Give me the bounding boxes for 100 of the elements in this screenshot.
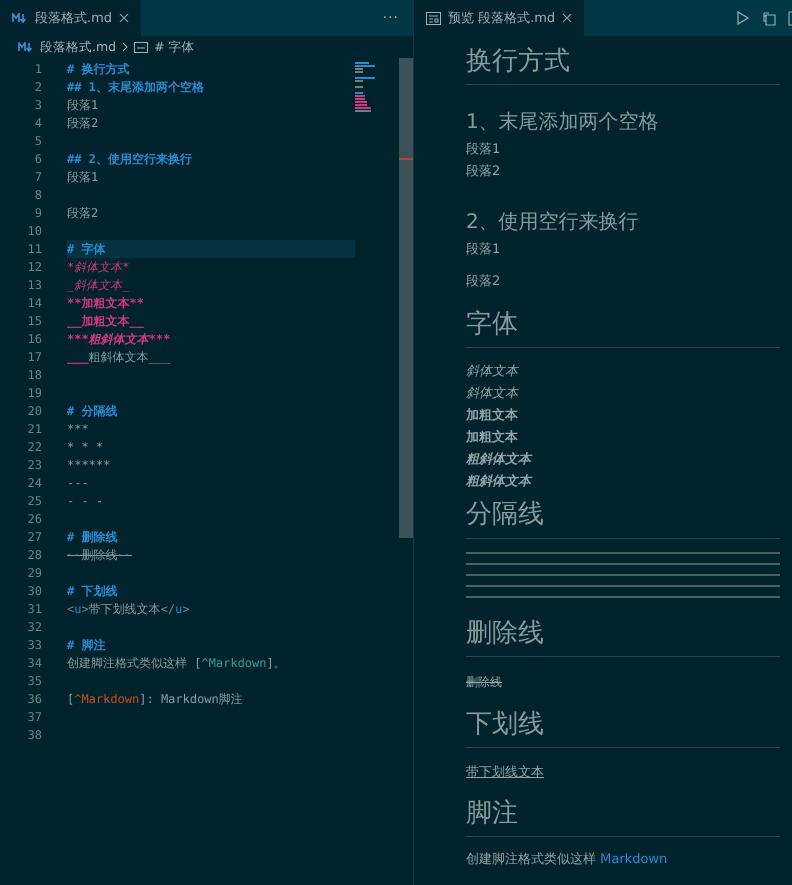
paragraph: 段落1 — [466, 141, 502, 160]
line-number: 2 — [34, 80, 42, 94]
subheading: 2、使用空行来换行 — [466, 209, 640, 234]
line-number: 17 — [26, 350, 42, 364]
open-source-icon[interactable] — [761, 10, 776, 26]
heading: 下划线 — [466, 702, 780, 748]
code-line: _斜体文本_ — [67, 276, 130, 294]
paragraph: 段落1 — [466, 241, 502, 260]
italic-text: 斜体文本 — [466, 363, 520, 382]
line-number: 20 — [26, 404, 42, 418]
code-line: **加粗文本** — [67, 294, 145, 312]
line-number: 26 — [26, 512, 42, 526]
heading: 脚注 — [466, 792, 780, 838]
bold-text: 加粗文本 — [466, 406, 519, 426]
line-number: 7 — [34, 170, 42, 184]
line-number: 30 — [26, 584, 42, 598]
footnote-link[interactable]: Markdown — [600, 852, 668, 868]
preview-icon — [426, 12, 441, 24]
line-number: 3 — [34, 98, 42, 112]
heading: 字体 — [466, 303, 780, 348]
code-line: # 脚注 — [67, 636, 106, 654]
code-line: ___粗斜体文本___ — [67, 348, 172, 366]
code-line: - - - — [67, 493, 104, 510]
code-line: ## 1、末尾添加两个空格 — [67, 78, 205, 96]
line-number: 14 — [26, 296, 42, 310]
paragraph: 段落2 — [466, 273, 502, 292]
line-number: 25 — [26, 494, 42, 508]
subheading: 1、末尾添加两个空格 — [466, 109, 660, 134]
code-line: <u>带下划线文本</u> — [67, 600, 191, 618]
line-number: 31 — [26, 602, 42, 616]
markdown-icon — [18, 42, 34, 52]
code-line: 创建脚注格式类似这样 [^Markdown]。 — [67, 654, 287, 672]
line-number: 4 — [34, 116, 42, 130]
line-number: 33 — [26, 638, 42, 652]
line-number: 22 — [26, 440, 42, 454]
line-number: 12 — [26, 260, 42, 274]
underlined-text: 带下划线文本 — [466, 764, 545, 782]
code-line: 段落2 — [67, 204, 100, 222]
line-number: 29 — [26, 566, 42, 580]
code-line: ## 2、使用空行来换行 — [67, 150, 193, 168]
code-line: ***粗斜体文本*** — [67, 330, 172, 348]
line-number: 18 — [26, 368, 42, 382]
heading: 换行方式 — [466, 40, 780, 86]
line-number: 11 — [26, 242, 42, 256]
code-line: # 分隔线 — [67, 402, 118, 420]
line-number: 21 — [26, 422, 42, 436]
close-icon[interactable] — [119, 13, 130, 23]
paragraph: 段落2 — [466, 163, 502, 182]
strikethrough-text: 删除线 — [466, 674, 503, 691]
code-line: ~~删除线~~ — [67, 546, 133, 564]
code-line: *斜体文本* — [67, 258, 130, 276]
editor-tab[interactable]: 段落格式.md — [0, 0, 142, 36]
line-number: 15 — [26, 314, 42, 328]
line-number: 9 — [34, 206, 42, 220]
string-icon — [134, 42, 148, 52]
line-number: 8 — [34, 188, 42, 202]
code-line: ****** — [67, 457, 112, 474]
code-line: * * * — [67, 439, 104, 456]
breadcrumb-item[interactable]: 段落格式.md — [40, 38, 116, 56]
scrollbar-marker — [399, 158, 413, 160]
line-number: 6 — [34, 152, 42, 166]
markdown-icon — [12, 13, 28, 23]
bold-italic-text: 粗斜体文本 — [466, 472, 534, 492]
code-line: 段落1 — [67, 168, 100, 186]
code-line: 段落1 — [67, 96, 100, 114]
line-number: 10 — [26, 224, 42, 238]
line-number: 5 — [34, 134, 42, 148]
line-number: 28 — [26, 548, 42, 562]
line-number: 24 — [26, 476, 42, 490]
breadcrumb-item[interactable]: # 字体 — [154, 38, 195, 56]
close-icon[interactable] — [562, 13, 572, 23]
code-line: __加粗文本__ — [67, 312, 145, 330]
code-line: --- — [67, 475, 90, 492]
line-number: 1 — [34, 62, 42, 76]
scrollbar-thumb[interactable] — [399, 58, 413, 538]
more-button[interactable]: ··· — [368, 10, 413, 26]
heading: 分隔线 — [466, 493, 780, 539]
line-number: 23 — [26, 458, 42, 472]
chevron-icon — [122, 42, 128, 52]
heading: 删除线 — [466, 612, 780, 657]
line-number: 19 — [26, 386, 42, 400]
line-number: 16 — [26, 332, 42, 346]
bold-text: 加粗文本 — [466, 428, 519, 448]
code-line: # 删除线 — [67, 528, 118, 546]
paragraph: 创建脚注格式类似这样 Markdown — [466, 851, 668, 868]
italic-text: 斜体文本 — [466, 385, 520, 404]
line-number: 38 — [26, 728, 42, 742]
code-line: # 换行方式 — [67, 60, 130, 78]
minimap-drawing — [355, 62, 375, 112]
line-number: 13 — [26, 278, 42, 292]
code-line: # 下划线 — [67, 582, 118, 600]
play-icon[interactable] — [737, 11, 749, 25]
line-number: 37 — [26, 710, 42, 724]
bold-italic-text: 粗斜体文本 — [466, 450, 534, 470]
code-line: [^Markdown]: Markdown脚注 — [67, 690, 244, 708]
line-number: 32 — [26, 620, 42, 634]
code-line: *** — [67, 421, 90, 438]
line-number: 34 — [26, 656, 42, 670]
preview-tab[interactable]: 预览 段落格式.md — [414, 0, 584, 36]
code-line: 段落2 — [67, 114, 100, 132]
